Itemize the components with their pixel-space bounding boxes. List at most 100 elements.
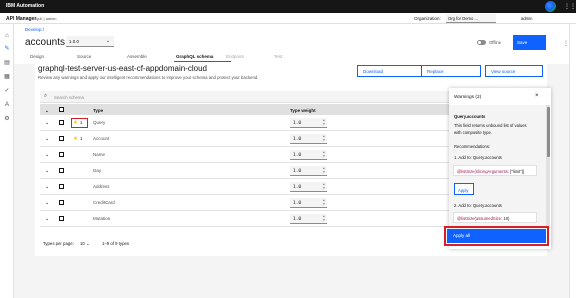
user-avatar-icon[interactable]	[545, 1, 556, 12]
breadcrumb[interactable]: Develop /	[25, 27, 44, 32]
instance-breadcrumb[interactable]: cp4i | admin	[35, 16, 57, 21]
close-icon[interactable]: ×	[535, 93, 539, 99]
recommendation-1-code: @listSize(slicingArguments: ["limit"])	[453, 165, 537, 176]
download-button[interactable]: Download	[357, 65, 423, 77]
row-checkbox[interactable]	[59, 120, 64, 125]
table-row[interactable]: ⌄ Name 1.0 ▴ ▾	[40, 147, 450, 163]
row-checkbox[interactable]	[59, 136, 64, 141]
stepper-icon[interactable]: ▴ ▾	[323, 150, 325, 158]
expand-all-icon[interactable]: ⌄	[45, 108, 49, 114]
type-weight-input[interactable]: 1.0 ▴ ▾	[290, 166, 327, 176]
type-weight-input[interactable]: 1.0 ▴ ▾	[290, 214, 327, 224]
settings-icon[interactable]: ⚙	[3, 115, 11, 123]
column-header-weight[interactable]: Type weight	[290, 108, 316, 113]
warnings-scroll-area[interactable]: Query.accounts This field returns unboun…	[449, 105, 546, 229]
table-row[interactable]: ⌄ CreditCard 1.0 ▴ ▾	[40, 195, 450, 211]
row-checkbox[interactable]	[59, 200, 64, 205]
table-row[interactable]: ⌄ ▲ 1 Query 1.0 ▴ ▾	[40, 115, 450, 131]
stepper-icon[interactable]: ▴ ▾	[323, 118, 325, 126]
app-switcher-icon[interactable]: ⋮⋮	[564, 3, 576, 10]
table-row[interactable]: ⌄ ▲ 1 Account 1.0 ▴ ▾	[40, 131, 450, 147]
stepper-icon[interactable]: ▴ ▾	[323, 166, 325, 174]
tab-graphql-schema[interactable]: GraphQL schema	[176, 54, 213, 59]
tab-assemble[interactable]: Assemble	[127, 54, 147, 59]
tab-bar: Design Source Assemble GraphQL schema En…	[14, 52, 569, 63]
overflow-menu-icon[interactable]: ⋮	[563, 40, 569, 47]
analytics-icon[interactable]: ▦	[3, 73, 11, 81]
row-checkbox[interactable]	[59, 152, 64, 157]
tab-design[interactable]: Design	[30, 54, 44, 59]
online-toggle[interactable]	[477, 40, 486, 45]
manage-icon[interactable]: ▤	[3, 59, 11, 67]
replace-button[interactable]: Replace	[421, 65, 481, 77]
warning-highlight	[71, 118, 88, 128]
product-name: API Manager	[6, 16, 37, 22]
user-menu[interactable]: admin	[521, 16, 532, 21]
warning-description-line1: This field returns unbound list of value…	[454, 123, 527, 128]
search-placeholder: Search schema	[54, 94, 84, 100]
type-weight-input[interactable]: 1.0 ▴ ▾	[290, 198, 327, 208]
recommendation-2-code: @listSize(assumedSize: 10)	[453, 212, 537, 223]
tab-test: Test	[274, 54, 283, 59]
per-page-select[interactable]: 10 ⌄	[80, 241, 90, 247]
row-checkbox[interactable]	[59, 168, 64, 173]
recommendation-2-label: 2. Add to: Query.accounts	[454, 203, 502, 208]
online-toggle-label: Offline	[489, 40, 502, 45]
warning-icon: ▲	[73, 135, 78, 141]
table-row[interactable]: ⌄ Mutation 1.0 ▴ ▾	[40, 211, 450, 227]
expand-row-icon[interactable]: ⌄	[45, 136, 49, 142]
table-row[interactable]: ⌄ Address 1.0 ▴ ▾	[40, 179, 450, 195]
right-rail	[569, 24, 576, 298]
expand-row-icon[interactable]: ⌄	[45, 184, 49, 190]
scrollbar-thumb[interactable]	[546, 107, 550, 157]
product-bar: API Manager cp4i | admin Organization: O…	[0, 13, 576, 24]
select-all-checkbox[interactable]	[59, 107, 64, 112]
home-icon[interactable]: ⌂	[3, 32, 11, 40]
row-checkbox[interactable]	[59, 216, 64, 221]
stepper-icon[interactable]: ▴ ▾	[323, 134, 325, 142]
chevron-down-icon: ⌄	[105, 38, 110, 44]
schema-heading: graphql-test-server-us-east-cf-appdomain…	[38, 64, 207, 73]
type-name: Mutation	[93, 216, 111, 221]
develop-icon[interactable]: ✎	[3, 45, 11, 53]
save-button[interactable]: Save	[513, 35, 546, 50]
row-checkbox[interactable]	[59, 184, 64, 189]
test-icon[interactable]: ✓	[3, 87, 11, 95]
version-value: 1.0.0	[69, 39, 80, 44]
expand-row-icon[interactable]: ⌄	[45, 120, 49, 126]
apply-all-button[interactable]: Apply all	[444, 226, 549, 246]
stepper-icon[interactable]: ▴ ▾	[323, 182, 325, 190]
column-header-type[interactable]: Type	[93, 108, 103, 113]
warnings-scrollbar[interactable]	[546, 105, 550, 229]
organization-select[interactable]: Org for Demo ...	[446, 14, 496, 23]
translation-icon[interactable]: A	[3, 101, 11, 109]
stepper-icon[interactable]: ▴ ▾	[323, 214, 325, 222]
page-title: accounts	[25, 37, 66, 48]
warning-description-line2: with composite type.	[454, 130, 492, 135]
expand-row-icon[interactable]: ⌄	[45, 152, 49, 158]
version-select[interactable]: 1.0.0 ⌄	[66, 36, 114, 47]
tab-source[interactable]: Source	[77, 54, 91, 59]
expand-row-icon[interactable]: ⌄	[45, 216, 49, 222]
type-weight-input[interactable]: 1.0 ▴ ▾	[290, 150, 327, 160]
view-source-button[interactable]: View source	[485, 65, 543, 77]
warnings-title: Warnings (2)	[454, 95, 482, 100]
tab-endpoint: Endpoint	[226, 54, 244, 59]
stepper-icon[interactable]: ▴ ▾	[323, 198, 325, 206]
expand-row-icon[interactable]: ⌄	[45, 168, 49, 174]
type-weight-input[interactable]: 1.0 ▴ ▾	[290, 118, 327, 128]
type-weight-input[interactable]: 1.0 ▴ ▾	[290, 182, 327, 192]
apply-button[interactable]: Apply	[454, 183, 474, 195]
per-page-label: Types per page:	[43, 241, 74, 246]
type-name: Query	[93, 120, 106, 125]
schema-search[interactable]: ⌕ Search schema	[40, 91, 450, 103]
warning-field-name: Query.accounts	[454, 114, 486, 119]
table-row[interactable]: ⌄ Day 1.0 ▴ ▾	[40, 163, 450, 179]
search-icon: ⌕	[44, 93, 48, 99]
type-weight-input[interactable]: 1.0 ▴ ▾	[290, 134, 327, 144]
recommendations-label: Recommendations:	[454, 144, 491, 149]
warning-count: 1	[80, 136, 83, 141]
type-name: Account	[93, 136, 110, 141]
expand-row-icon[interactable]: ⌄	[45, 200, 49, 206]
pagination: Types per page: 10 ⌄ 1–9 of 9 types	[40, 237, 450, 250]
